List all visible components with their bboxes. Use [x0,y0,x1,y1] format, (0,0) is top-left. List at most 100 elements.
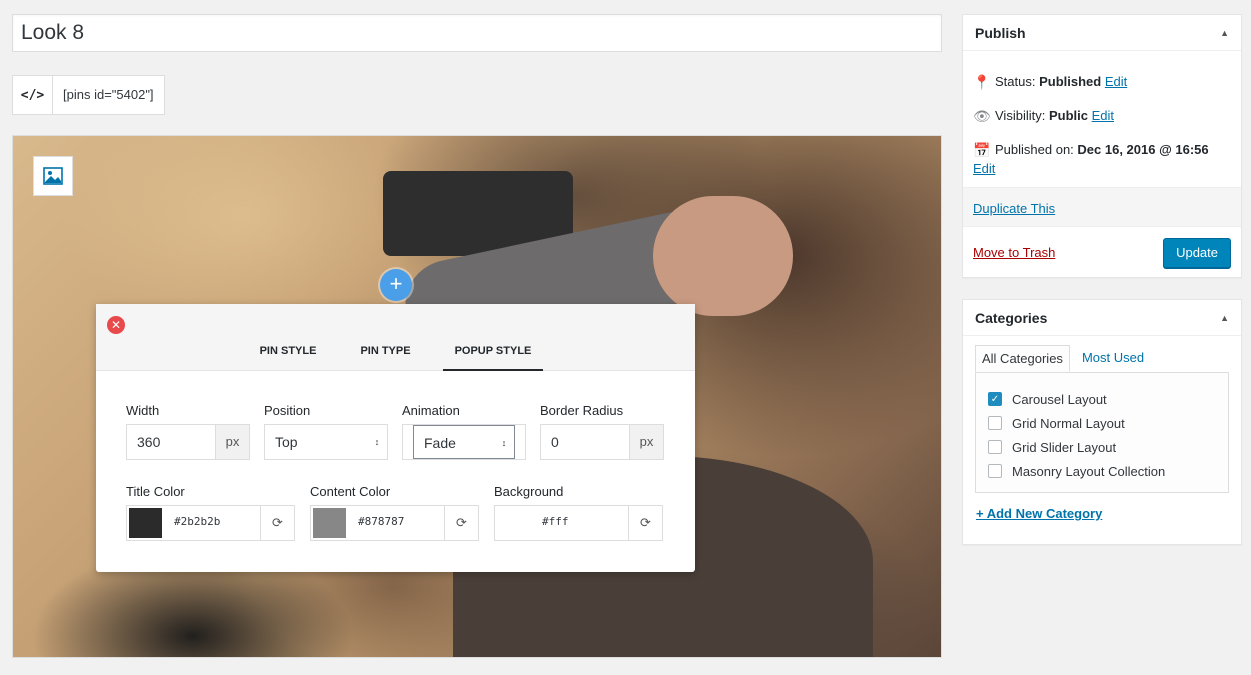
checkbox-icon[interactable] [988,464,1002,478]
category-item[interactable]: Grid Slider Layout [976,435,1228,459]
animation-value: Fade [424,435,456,451]
position-field: Position Top ↕ [264,403,388,460]
move-to-trash-link[interactable]: Move to Trash [973,245,1055,260]
visibility-label: Visibility: [995,108,1046,123]
visibility-value: Public [1048,108,1088,123]
category-item[interactable]: ✓ Carousel Layout [976,387,1228,411]
checkbox-checked-icon[interactable]: ✓ [988,392,1002,406]
tab-most-used[interactable]: Most Used [1076,345,1150,372]
status-edit-link[interactable]: Edit [1105,74,1127,89]
animation-field: Animation Fade ↕ [402,403,526,460]
status-label: Status: [995,74,1036,89]
background-color-label: Background [494,484,564,499]
position-select[interactable]: Top ↕ [264,424,388,460]
category-item[interactable]: Grid Normal Layout [976,411,1228,435]
content-color-field: Content Color #878787 ⟳ [310,484,479,541]
tab-popup-style[interactable]: POPUP STYLE [442,337,544,371]
popup-tabs: PIN STYLE PIN TYPE POPUP STYLE [96,337,695,371]
categories-heading: Categories [975,309,1048,326]
pin-icon: 📍 [973,74,991,90]
category-item[interactable]: Masonry Layout Collection [976,459,1228,483]
pin-marker[interactable]: + [380,269,412,301]
border-radius-label: Border Radius [540,403,624,418]
eye-icon: 👁 [973,108,991,124]
add-category-row: + Add New Category [976,506,1102,521]
status-value: Published [1039,74,1102,89]
checkbox-icon[interactable] [988,440,1002,454]
refresh-icon[interactable]: ⟳ [628,506,662,540]
image-icon[interactable] [33,156,73,196]
content-color-hex: #878787 [358,515,405,528]
animation-select[interactable]: Fade ↕ [402,424,526,460]
background-color-input[interactable]: #fff ⟳ [494,505,663,541]
background-color-swatch[interactable] [497,508,530,538]
position-value: Top [275,434,298,450]
code-icon[interactable]: </> [13,76,53,114]
published-edit-link[interactable]: Edit [973,161,995,176]
title-color-swatch[interactable] [129,508,162,538]
popup-style-row-2: Title Color #2b2b2b ⟳ Content Color #878… [126,484,663,541]
title-color-label: Title Color [126,484,185,499]
content-color-label: Content Color [310,484,391,499]
calendar-icon: 📅 [973,142,991,158]
visibility-row: 👁 Visibility: Public Edit [963,108,1241,125]
refresh-icon[interactable]: ⟳ [260,506,294,540]
category-label: Grid Slider Layout [1012,439,1117,455]
category-label: Masonry Layout Collection [1012,463,1166,479]
publish-heading: Publish [975,24,1026,41]
collapse-arrow-icon[interactable]: ▲ [1220,313,1229,323]
border-radius-input[interactable]: 0 px [540,424,664,460]
background-color-hex: #fff [542,515,569,528]
popup-header: ✕ PIN STYLE PIN TYPE POPUP STYLE [96,304,695,371]
update-button[interactable]: Update [1163,238,1231,268]
shortcode-bar: </> [pins id="5402"] [12,75,165,115]
border-radius-unit: px [629,425,663,459]
title-input[interactable]: Look 8 [12,14,942,52]
published-edit-row: Edit [963,161,1241,176]
select-arrows-icon: ↕ [374,437,380,447]
duplicate-row: Duplicate This [963,187,1241,227]
width-unit: px [215,425,249,459]
duplicate-link[interactable]: Duplicate This [973,201,1055,216]
photo-arm [653,196,793,316]
content-color-input[interactable]: #878787 ⟳ [310,505,479,541]
refresh-icon[interactable]: ⟳ [444,506,478,540]
status-row: 📍 Status: Published Edit [963,74,1241,91]
animation-label: Animation [402,403,460,418]
collapse-arrow-icon[interactable]: ▲ [1220,28,1229,38]
border-radius-value: 0 [551,434,559,450]
publish-box: Publish ▲ 📍 Status: Published Edit 👁 Vis… [962,14,1242,278]
categories-box: Categories ▲ All Categories Most Used ✓ … [962,299,1242,545]
category-tabs: All Categories Most Used [975,345,1150,372]
shortcode-text[interactable]: [pins id="5402"] [53,76,164,114]
tab-all-categories[interactable]: All Categories [975,345,1070,372]
background-color-field: Background #fff ⟳ [494,484,663,541]
position-label: Position [264,403,311,418]
publish-box-header[interactable]: Publish ▲ [963,15,1241,51]
animation-select-inner: Fade ↕ [413,425,515,459]
tab-pin-style[interactable]: PIN STYLE [248,337,329,371]
close-icon[interactable]: ✕ [107,316,125,334]
width-field: Width 360 px [126,403,250,460]
title-color-field: Title Color #2b2b2b ⟳ [126,484,295,541]
width-value: 360 [137,434,161,450]
checkbox-icon[interactable] [988,416,1002,430]
content-color-swatch[interactable] [313,508,346,538]
category-label: Grid Normal Layout [1012,415,1125,431]
categories-box-header[interactable]: Categories ▲ [963,300,1241,336]
width-label: Width [126,403,160,418]
pin-settings-popup: ✕ PIN STYLE PIN TYPE POPUP STYLE Width 3… [96,304,695,572]
add-new-category-link[interactable]: + Add New Category [976,506,1102,521]
published-label: Published on: [995,142,1074,157]
published-value: Dec 16, 2016 @ 16:56 [1077,142,1209,157]
border-radius-field: Border Radius 0 px [540,403,664,460]
category-label: Carousel Layout [1012,391,1107,407]
select-arrows-icon: ↕ [501,438,507,448]
title-color-input[interactable]: #2b2b2b ⟳ [126,505,295,541]
title-color-hex: #2b2b2b [174,515,221,528]
width-input[interactable]: 360 px [126,424,250,460]
trash-row: Move to Trash [973,245,1055,260]
visibility-edit-link[interactable]: Edit [1092,108,1114,123]
tab-pin-type[interactable]: PIN TYPE [348,337,422,371]
category-checklist: ✓ Carousel Layout Grid Normal Layout Gri… [975,372,1229,493]
